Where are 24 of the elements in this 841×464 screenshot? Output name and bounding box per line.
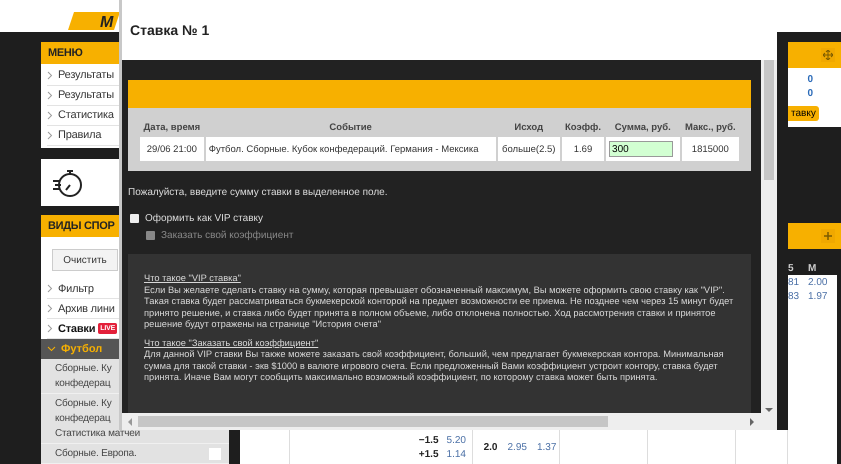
column-header: M	[808, 262, 818, 274]
event-cell: Футбол. Сборные. Кубок конфедераций. Германия - Мексика	[206, 137, 496, 161]
info-heading: Что такое "VIP ставка"	[144, 273, 242, 284]
info-paragraph: Если Вы желаете сделать ставку на сумму, которая превышает обозначенный максимум, Вы можете оформить свою ставку как "VIP". Такая ставка будет рассматриваться букмекерской конторой на предмет возможности ее приема. Не позднее чем через 15 минут будет принято решение, и ставка либо будет принята в полном объеме, либо отклонена полностью. Ход рассмотрения ставки и принятое решение будут отражены на странице "История счета"	[144, 284, 734, 330]
counter-value: 0	[807, 88, 813, 99]
counter-value: 0	[807, 74, 813, 85]
column-header: Сумма, руб.	[614, 121, 672, 135]
column-header: Макс., руб.	[684, 121, 737, 135]
handicap-value: −1.5	[418, 434, 439, 446]
info-paragraph: Для данной VIP ставки Вы также можете заказать свой коэффициент, больший, чем предлагает букмекерская контора. Минимальная сумма для такой ставки - экв $1000 в валюте игрового счета. Если предложенный Вами коэффициент устроит контору, ставка будет принята. Иначе Вам могут сообщить максимально возможный коэффициент, по которому ставка может быть принята.	[144, 349, 725, 384]
instruction-text: Пожалуйста, введите сумму ставки в выделенное поле.	[128, 187, 389, 198]
info-heading: Что такое "Заказать свой коэффициент"	[144, 338, 320, 349]
column-header: Коэфф.	[564, 121, 602, 135]
datetime-cell: 29/06 21:00	[140, 137, 204, 161]
handicap-value: +1.5	[418, 448, 439, 460]
odds-cell: 1.69	[562, 137, 604, 161]
max-amount-cell: 1815000	[682, 137, 739, 161]
outcome-cell: больше(2.5)	[498, 137, 560, 161]
column-header: 5	[788, 262, 795, 274]
column-header: Дата, время	[142, 121, 202, 135]
column-header: Событие	[328, 121, 373, 135]
column-header: Исход	[513, 121, 544, 135]
total-value: 2.0	[484, 442, 498, 452]
dialog-title: Ставка № 1	[130, 22, 210, 38]
